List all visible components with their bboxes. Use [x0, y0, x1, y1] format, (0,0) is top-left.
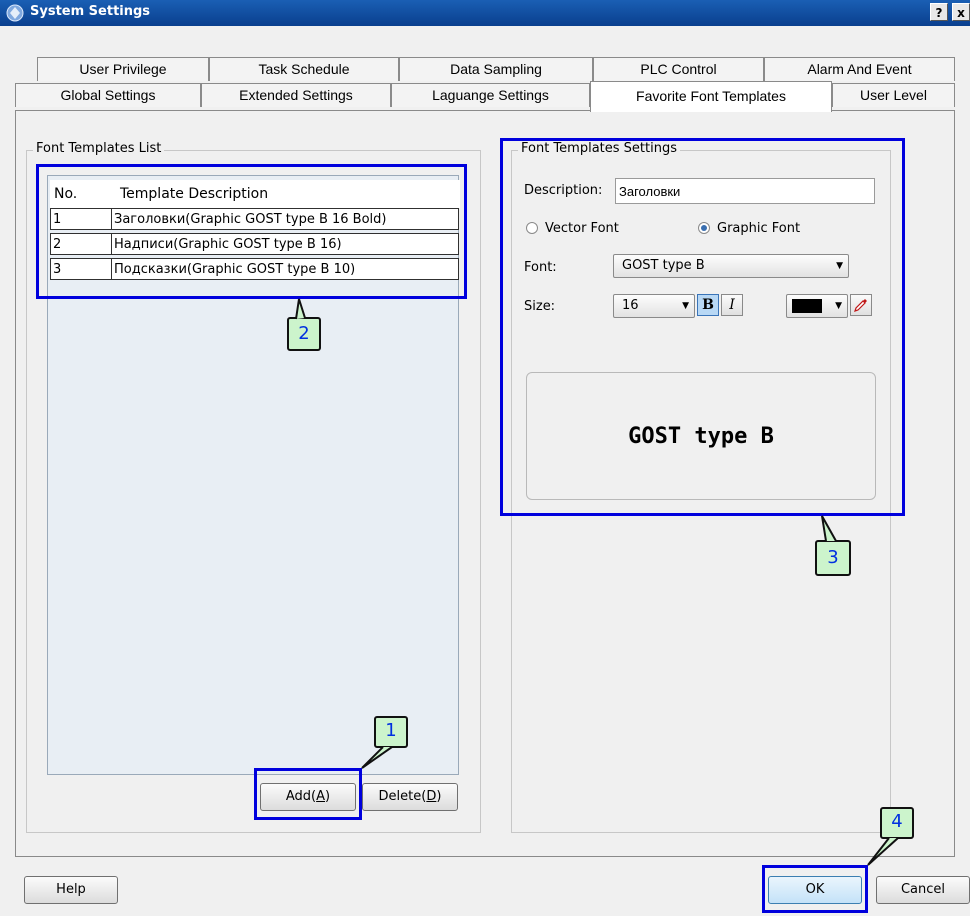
tab-user-privilege[interactable]: User Privilege	[37, 57, 209, 81]
window-title: System Settings	[30, 4, 151, 19]
callout-box-add	[254, 768, 362, 820]
system-settings-window: System Settings ? x User Privilege Task …	[0, 0, 970, 916]
tab-user-level[interactable]: User Level	[832, 83, 955, 107]
title-bar[interactable]: System Settings ? x	[0, 0, 970, 26]
help-button-label: Help	[56, 882, 86, 897]
tab-favorite-font-templates[interactable]: Favorite Font Templates	[590, 81, 832, 112]
tab-task-schedule[interactable]: Task Schedule	[209, 57, 399, 81]
callout-badge-3: 3	[815, 540, 851, 576]
callout-badge-4: 4	[880, 807, 914, 839]
delete-paren: )	[436, 789, 442, 804]
font-templates-list-label: Font Templates List	[33, 141, 165, 156]
close-icon: x	[957, 6, 965, 20]
tab-extended-settings[interactable]: Extended Settings	[201, 83, 391, 107]
tab-plc-control[interactable]: PLC Control	[593, 57, 764, 81]
delete-hotkey: D	[426, 789, 437, 804]
help-title-button[interactable]: ?	[930, 3, 948, 21]
callout-box-ok	[762, 865, 868, 913]
callout-box-settings	[500, 138, 905, 516]
app-icon	[6, 4, 24, 22]
callout-box-list	[36, 164, 467, 299]
delete-button-label: Delete(	[378, 789, 427, 804]
help-button[interactable]: Help	[24, 876, 118, 904]
callout-badge-1: 1	[374, 716, 408, 748]
delete-button[interactable]: Delete(D)	[362, 783, 458, 811]
tab-language-settings[interactable]: Laguange Settings	[391, 83, 590, 107]
callout-badge-2: 2	[287, 317, 321, 351]
tab-alarm-and-event[interactable]: Alarm And Event	[764, 57, 955, 81]
cancel-button[interactable]: Cancel	[876, 876, 970, 904]
close-title-button[interactable]: x	[952, 3, 970, 21]
tab-global-settings[interactable]: Global Settings	[15, 83, 201, 107]
help-glyph: ?	[935, 6, 943, 20]
tab-data-sampling[interactable]: Data Sampling	[399, 57, 593, 81]
cancel-button-label: Cancel	[900, 882, 946, 897]
